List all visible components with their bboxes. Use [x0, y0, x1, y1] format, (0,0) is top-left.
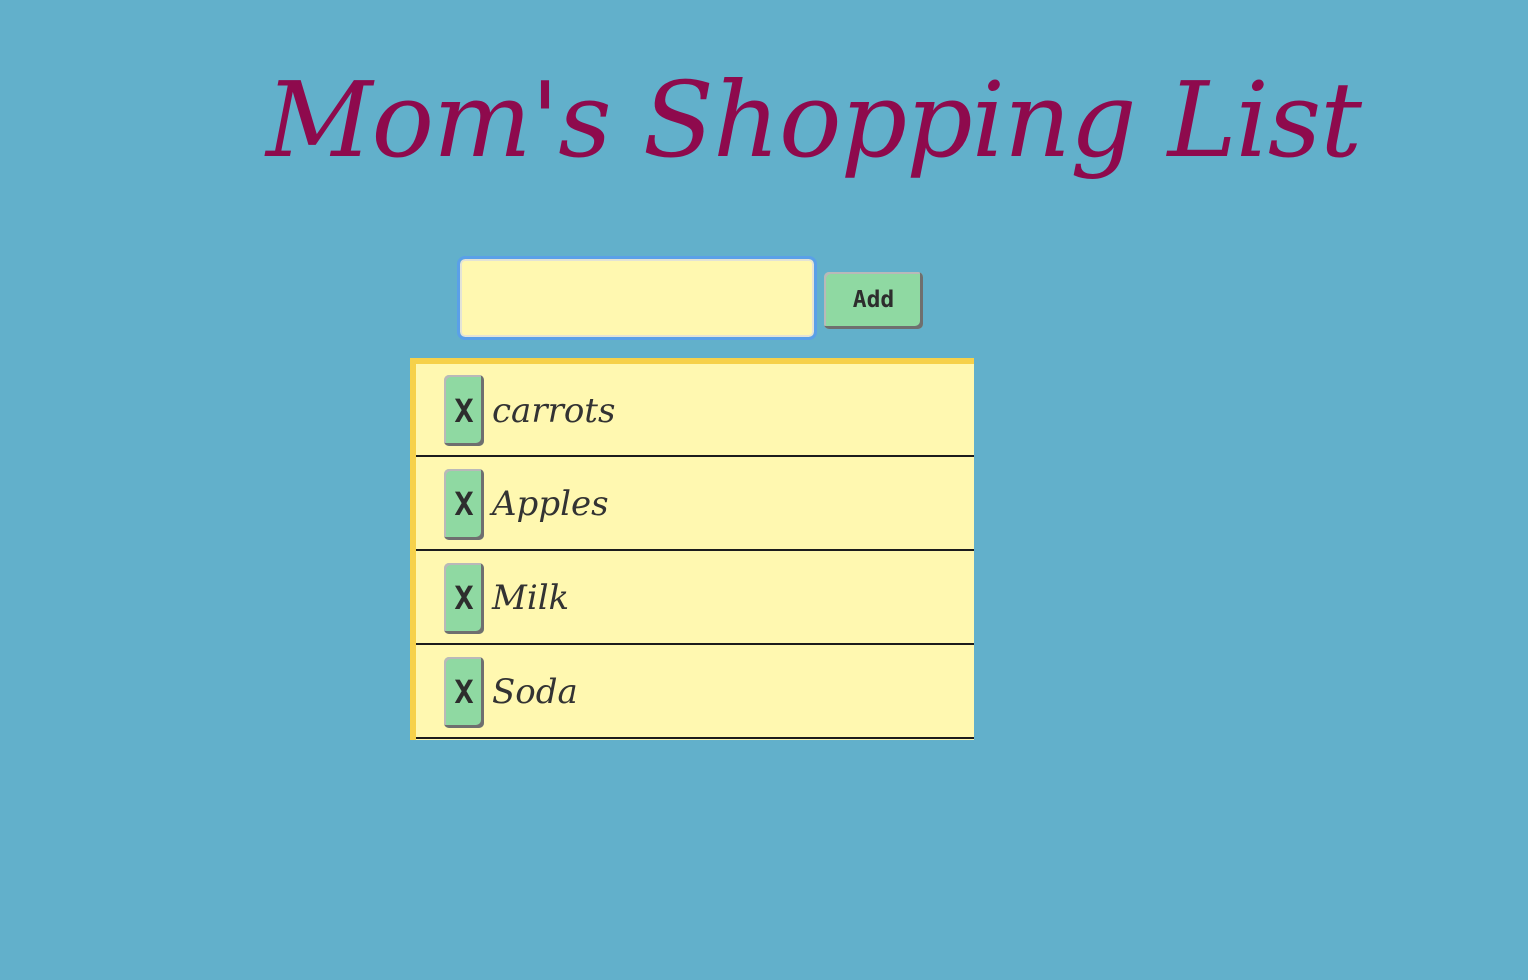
page-title: Mom's Shopping List: [266, 59, 1362, 181]
list-item: X carrots: [416, 364, 974, 457]
item-label: carrots: [492, 390, 616, 431]
remove-item-button[interactable]: X: [444, 375, 484, 446]
shopping-list: X carrots X Apples X Milk X Soda: [410, 358, 974, 740]
item-label: Milk: [492, 578, 570, 618]
item-input[interactable]: [457, 256, 817, 340]
remove-item-button[interactable]: X: [444, 468, 484, 540]
add-button[interactable]: Add: [824, 271, 923, 329]
remove-item-button[interactable]: X: [444, 562, 484, 634]
item-label: Soda: [492, 672, 578, 712]
remove-item-button[interactable]: X: [444, 656, 484, 728]
list-item: X Apples: [416, 457, 974, 551]
list-item: X Soda: [416, 645, 974, 739]
item-label: Apples: [492, 484, 609, 524]
list-item: X Milk: [416, 551, 974, 645]
add-item-form: Add: [457, 256, 923, 340]
